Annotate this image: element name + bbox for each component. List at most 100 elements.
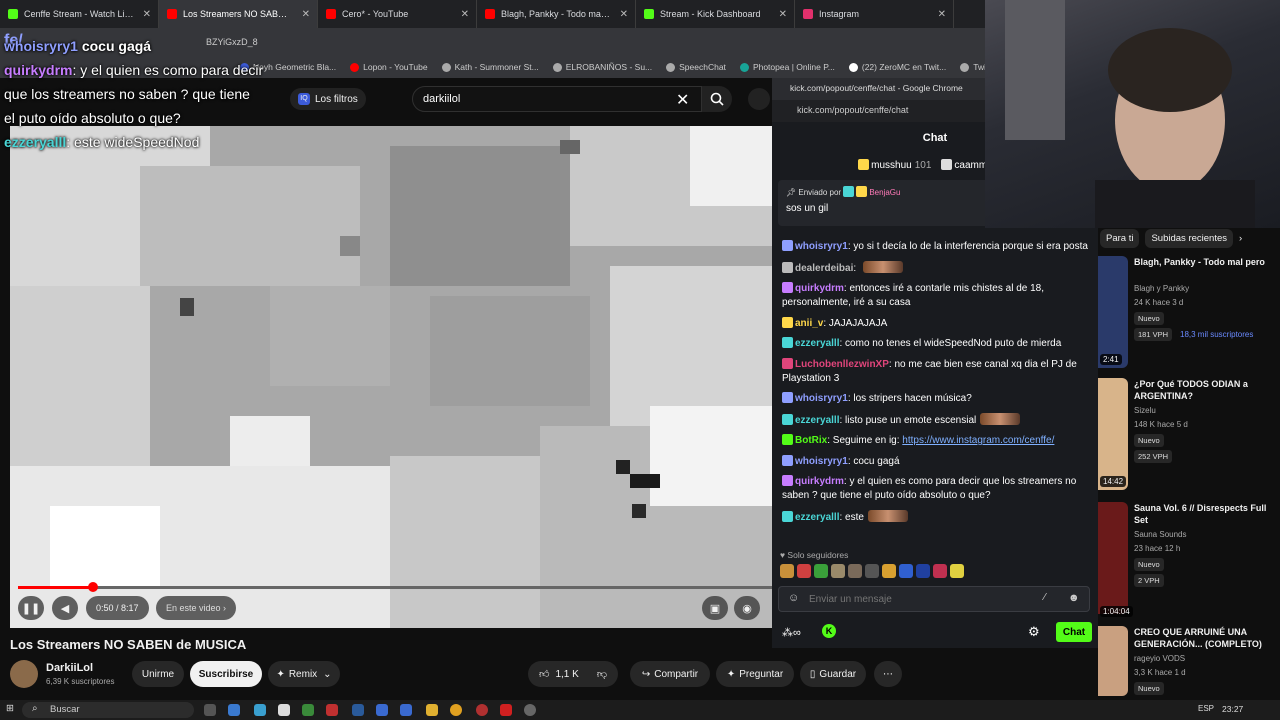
chat-message[interactable]: ezzeryalll: como no tenes el wideSpeedNo… xyxy=(782,337,1094,351)
avatar[interactable] xyxy=(10,660,38,688)
chat-message[interactable]: LuchobenllezwinXP: no me cae bien ese ca… xyxy=(782,357,1094,386)
emote[interactable] xyxy=(933,564,947,578)
app-icon[interactable] xyxy=(254,704,266,716)
bookmark[interactable]: ELROBANIÑOS - Su... xyxy=(552,62,652,72)
gear-icon[interactable]: ⚙ xyxy=(1028,624,1040,640)
browser-tab[interactable]: Cero* - YouTube ✕ xyxy=(318,0,477,28)
send-chat-button[interactable]: Chat xyxy=(1056,622,1092,642)
video-thumbnail[interactable] xyxy=(1098,378,1128,490)
bookmark[interactable]: (22) ZeroMC en Twit... xyxy=(848,62,946,72)
close-icon[interactable]: ✕ xyxy=(779,9,787,20)
chat-message[interactable]: quirkydrm: y el quien es como para decir… xyxy=(782,475,1094,503)
leader-entry[interactable]: musshuu 101 xyxy=(858,159,931,171)
chat-message[interactable]: quirkydrm: entonces iré a contarle mis c… xyxy=(782,282,1094,310)
chat-username[interactable]: ezzeryalll xyxy=(795,415,839,426)
chat-username[interactable]: whoisryry1 xyxy=(795,241,848,252)
bookmark[interactable]: Kath - Summoner St... xyxy=(441,62,539,72)
points-icon[interactable]: ⁂∞ xyxy=(782,626,801,639)
clear-icon[interactable]: ✕ xyxy=(676,90,689,110)
bookmark[interactable]: Lopon - YouTube xyxy=(350,62,428,72)
chat-message[interactable]: BotRix: Seguime en ig: https://www.insta… xyxy=(782,434,1094,448)
chat-username[interactable]: ezzeryalll xyxy=(795,512,839,523)
chat-message[interactable]: dealerdeibai: xyxy=(782,260,1094,276)
close-icon[interactable]: ✕ xyxy=(461,9,469,20)
chat-message[interactable]: whoisryry1: los stripers hacen música? xyxy=(782,392,1094,406)
share-button[interactable]: ↪ Compartir xyxy=(630,661,710,687)
emote[interactable] xyxy=(865,564,879,578)
emote[interactable] xyxy=(814,564,828,578)
emote-picker-icon[interactable]: ☻ xyxy=(1068,592,1080,604)
app-icon[interactable] xyxy=(302,704,314,716)
video-thumbnail[interactable] xyxy=(1098,626,1128,696)
close-icon[interactable]: ✕ xyxy=(938,9,946,20)
emote[interactable] xyxy=(899,564,913,578)
browser-tab[interactable]: Stream - Kick Dashboard ✕ xyxy=(636,0,795,28)
like-dislike-button[interactable]: 👍︎ 1,1 K 👎︎ xyxy=(528,661,618,687)
bookmark[interactable]: Photopea | Online P... xyxy=(739,62,835,72)
app-icon[interactable] xyxy=(500,704,512,716)
close-icon[interactable]: ✕ xyxy=(143,9,151,20)
chat-username[interactable]: dealerdeibai xyxy=(795,263,853,274)
app-icon[interactable] xyxy=(352,704,364,716)
chat-message[interactable]: ezzeryalll: listo puse un emote escensia… xyxy=(782,412,1094,428)
search-input[interactable] xyxy=(412,86,702,112)
clock[interactable]: 23:27 xyxy=(1222,704,1243,714)
search-button[interactable] xyxy=(702,86,732,112)
filter-icon[interactable]: ▣ xyxy=(702,596,728,620)
channel-name[interactable]: DarkiiLol xyxy=(46,662,93,674)
emote[interactable] xyxy=(797,564,811,578)
chat-username[interactable]: quirkydrm xyxy=(795,283,844,294)
language-indicator[interactable]: ESP xyxy=(1198,704,1214,713)
browser-tab[interactable]: Los Streamers NO SABEN d ✕ xyxy=(159,0,318,28)
chat-link[interactable]: https://www.instagram.com/cenffe/ xyxy=(902,435,1054,446)
chat-message[interactable]: ezzeryalll: este xyxy=(782,509,1094,525)
ask-button[interactable]: ✦ Preguntar xyxy=(716,661,794,687)
taskbar-search[interactable]: Buscar xyxy=(22,702,194,718)
volume-button[interactable]: ◀ xyxy=(52,596,78,620)
browser-tab[interactable]: Cenffe Stream - Watch Live on Ki✕ xyxy=(0,0,159,28)
edge-icon[interactable] xyxy=(228,704,240,716)
emoji-icon[interactable]: ☺ xyxy=(788,592,799,604)
chapter-button[interactable]: En este video › xyxy=(156,596,237,620)
video-thumbnail[interactable] xyxy=(1098,502,1128,614)
app-icon[interactable] xyxy=(400,704,412,716)
chat-message[interactable]: anii_v: JAJAJAJAJA xyxy=(782,316,1094,331)
video-player[interactable] xyxy=(10,126,772,628)
emote[interactable] xyxy=(916,564,930,578)
chat-username[interactable]: whoisryry1 xyxy=(795,456,848,467)
autoplay-toggle[interactable]: ◉ xyxy=(734,596,760,620)
folder-icon[interactable] xyxy=(426,704,438,716)
video-progress-bar[interactable] xyxy=(18,582,772,592)
command-icon[interactable]: ⁄ xyxy=(1044,592,1046,603)
mic-icon[interactable] xyxy=(748,88,770,110)
emote[interactable] xyxy=(831,564,845,578)
chat-username[interactable]: BotRix xyxy=(795,435,827,446)
join-button[interactable]: Unirme xyxy=(132,661,184,687)
task-view-icon[interactable] xyxy=(204,704,216,716)
emote[interactable] xyxy=(780,564,794,578)
chat-message[interactable]: whoisryry1: yo si t decía lo de la inter… xyxy=(782,240,1094,254)
video-thumbnail[interactable] xyxy=(1098,256,1128,368)
chat-username[interactable]: ezzeryalll xyxy=(795,338,839,349)
emote[interactable] xyxy=(950,564,964,578)
close-icon[interactable]: ✕ xyxy=(302,9,310,20)
app-icon[interactable] xyxy=(376,704,388,716)
chat-username[interactable]: quirkydrm xyxy=(795,476,844,487)
close-icon[interactable]: ✕ xyxy=(620,9,628,20)
chat-username[interactable]: whoisryry1 xyxy=(795,393,848,404)
chevron-right-icon[interactable]: › xyxy=(1239,233,1242,244)
browser-tab[interactable]: Instagram ✕ xyxy=(795,0,954,28)
more-button[interactable]: ⋯ xyxy=(874,661,902,687)
remix-button[interactable]: ✦ Remix ⌄ xyxy=(268,661,340,687)
app-icon[interactable] xyxy=(524,704,536,716)
emote[interactable] xyxy=(848,564,862,578)
chat-message[interactable]: whoisryry1: cocu gagá xyxy=(782,454,1094,469)
chat-username[interactable]: LuchobenllezwinXP xyxy=(795,359,889,370)
chat-username[interactable]: anii_v xyxy=(795,318,823,329)
filters-button[interactable]: IQ Los filtros xyxy=(290,88,366,110)
browser-tab[interactable]: Blagh, Pankky - Todo mal pero✕ xyxy=(477,0,636,28)
chrome-icon[interactable] xyxy=(450,704,462,716)
app-icon[interactable] xyxy=(278,704,290,716)
subscribe-button[interactable]: Suscribirse xyxy=(190,661,262,687)
bookmark[interactable]: SpeechChat xyxy=(666,62,726,72)
